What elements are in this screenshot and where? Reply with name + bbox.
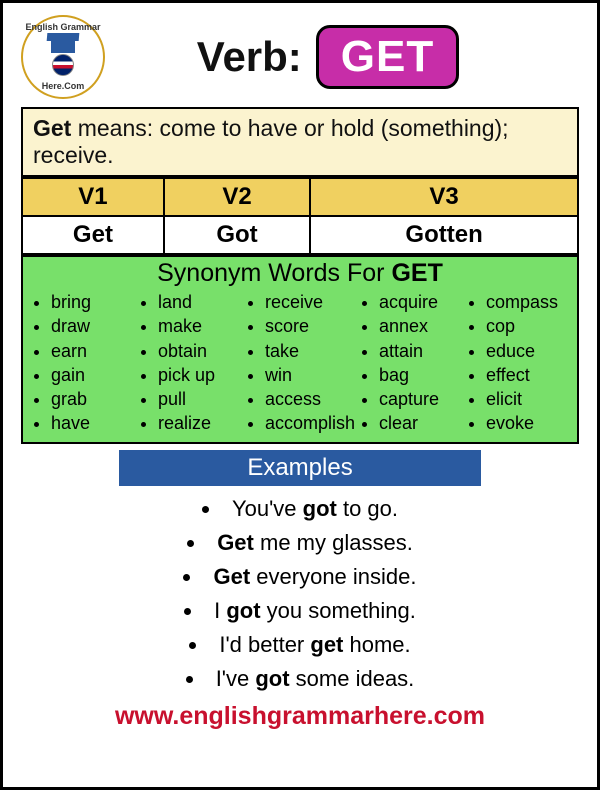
synonym-item: earn [51, 339, 134, 363]
synonym-item: attain [379, 339, 462, 363]
forms-header-row: V1 V2 V3 [22, 178, 578, 216]
synonym-item: elicit [486, 387, 569, 411]
form-header-v1: V1 [22, 178, 164, 216]
synonyms-box: Synonym Words For GET bringdrawearngaing… [21, 255, 579, 444]
verb-label: Verb: [197, 33, 302, 81]
header-row: English Grammar Here.Com Verb: GET [21, 15, 579, 99]
example-item: I'd better get home. [21, 628, 579, 662]
example-item: I got you something. [21, 594, 579, 628]
synonym-item: realize [158, 411, 241, 435]
synonym-item: compass [486, 290, 569, 314]
definition-text: means: come to have or hold (something);… [33, 115, 509, 168]
synonym-item: take [265, 339, 355, 363]
synonym-col-4: acquireannexattainbagcaptureclear [359, 290, 462, 436]
definition-box: Get means: come to have or hold (somethi… [21, 107, 579, 177]
synonym-item: evoke [486, 411, 569, 435]
synonym-col-2: landmakeobtainpick uppullrealize [138, 290, 241, 436]
synonyms-columns: bringdrawearngaingrabhave landmakeobtain… [31, 290, 569, 436]
example-item: You've got to go. [21, 492, 579, 526]
example-item: Get me my glasses. [21, 526, 579, 560]
synonym-item: draw [51, 314, 134, 338]
logo-text-top: English Grammar [25, 23, 100, 32]
synonym-item: bring [51, 290, 134, 314]
synonym-item: receive [265, 290, 355, 314]
synonym-item: acquire [379, 290, 462, 314]
verb-forms-table: V1 V2 V3 Get Got Gotten [21, 177, 579, 255]
form-header-v3: V3 [310, 178, 578, 216]
form-header-v2: V2 [164, 178, 310, 216]
synonym-col-5: compasscopeduceeffectelicitevoke [466, 290, 569, 436]
synonym-item: clear [379, 411, 462, 435]
synonym-col-3: receivescoretakewinaccessaccomplish [245, 290, 355, 436]
logo-graphic [51, 39, 75, 76]
synonym-col-1: bringdrawearngaingrabhave [31, 290, 134, 436]
logo-text-bottom: Here.Com [42, 82, 85, 91]
site-logo: English Grammar Here.Com [21, 15, 105, 99]
synonym-item: have [51, 411, 134, 435]
verb-box: GET [316, 25, 459, 89]
synonym-item: land [158, 290, 241, 314]
synonym-item: pick up [158, 363, 241, 387]
examples-list: You've got to go.Get me my glasses.Get e… [21, 492, 579, 697]
synonym-item: effect [486, 363, 569, 387]
synonym-item: access [265, 387, 355, 411]
synonym-item: accomplish [265, 411, 355, 435]
synonym-item: make [158, 314, 241, 338]
graduation-cap-icon [51, 39, 75, 53]
form-value-v1: Get [22, 216, 164, 254]
footer-url: www.englishgrammarhere.com [21, 702, 579, 731]
synonyms-title-prefix: Synonym Words For [157, 259, 391, 287]
synonyms-title-verb: GET [391, 259, 442, 287]
uk-flag-icon [52, 54, 74, 76]
synonym-item: grab [51, 387, 134, 411]
synonym-item: obtain [158, 339, 241, 363]
synonym-item: cop [486, 314, 569, 338]
synonym-item: bag [379, 363, 462, 387]
title-wrap: Verb: GET [77, 25, 579, 89]
forms-value-row: Get Got Gotten [22, 216, 578, 254]
synonym-item: educe [486, 339, 569, 363]
synonym-item: score [265, 314, 355, 338]
form-value-v2: Got [164, 216, 310, 254]
synonym-item: capture [379, 387, 462, 411]
synonym-item: gain [51, 363, 134, 387]
example-item: Get everyone inside. [21, 560, 579, 594]
form-value-v3: Gotten [310, 216, 578, 254]
synonym-item: win [265, 363, 355, 387]
examples-header: Examples [119, 450, 482, 486]
synonyms-title: Synonym Words For GET [31, 259, 569, 288]
definition-term: Get [33, 115, 71, 141]
synonym-item: pull [158, 387, 241, 411]
synonym-item: annex [379, 314, 462, 338]
example-item: I've got some ideas. [21, 662, 579, 696]
